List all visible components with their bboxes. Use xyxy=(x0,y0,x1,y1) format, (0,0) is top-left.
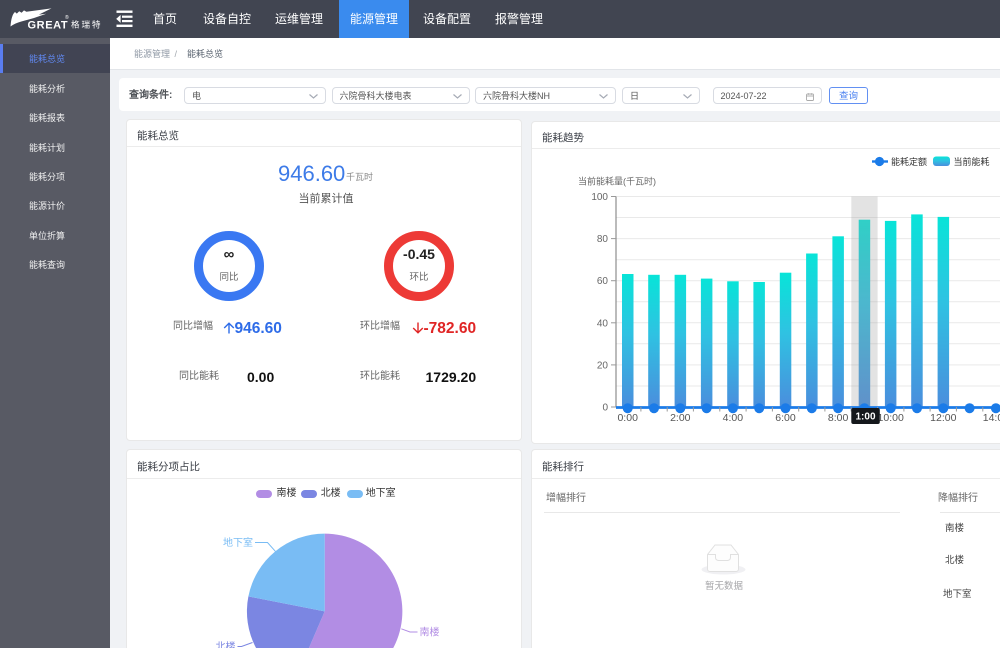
svg-text:格瑞特: 格瑞特 xyxy=(71,20,103,30)
svg-text:20: 20 xyxy=(597,360,609,371)
svg-text:8:00: 8:00 xyxy=(828,412,849,424)
svg-text:14:00: 14:00 xyxy=(983,412,1000,424)
svg-text:12:00: 12:00 xyxy=(930,412,956,424)
svg-text:当前能耗: 当前能耗 xyxy=(954,156,990,167)
svg-text:当前能耗量(千瓦时): 当前能耗量(千瓦时) xyxy=(578,176,656,187)
svg-text:北楼: 北楼 xyxy=(216,640,236,648)
svg-text:0:00: 0:00 xyxy=(617,412,638,424)
svg-text:80: 80 xyxy=(597,234,609,245)
svg-text:1:00: 1:00 xyxy=(855,412,875,423)
svg-text:2:00: 2:00 xyxy=(670,412,691,424)
svg-text:4:00: 4:00 xyxy=(723,412,744,424)
svg-text:10:00: 10:00 xyxy=(878,412,904,424)
svg-text:40: 40 xyxy=(597,318,609,329)
svg-text:100: 100 xyxy=(591,192,608,203)
svg-text:0: 0 xyxy=(602,403,608,414)
svg-text:南楼: 南楼 xyxy=(420,626,440,639)
svg-text:地下室: 地下室 xyxy=(223,536,253,549)
svg-text:60: 60 xyxy=(597,276,609,287)
svg-text:能耗定额: 能耗定额 xyxy=(891,156,927,167)
svg-text:GREAT: GREAT xyxy=(28,20,69,32)
svg-text:6:00: 6:00 xyxy=(775,412,796,424)
svg-text:®: ® xyxy=(65,14,69,21)
